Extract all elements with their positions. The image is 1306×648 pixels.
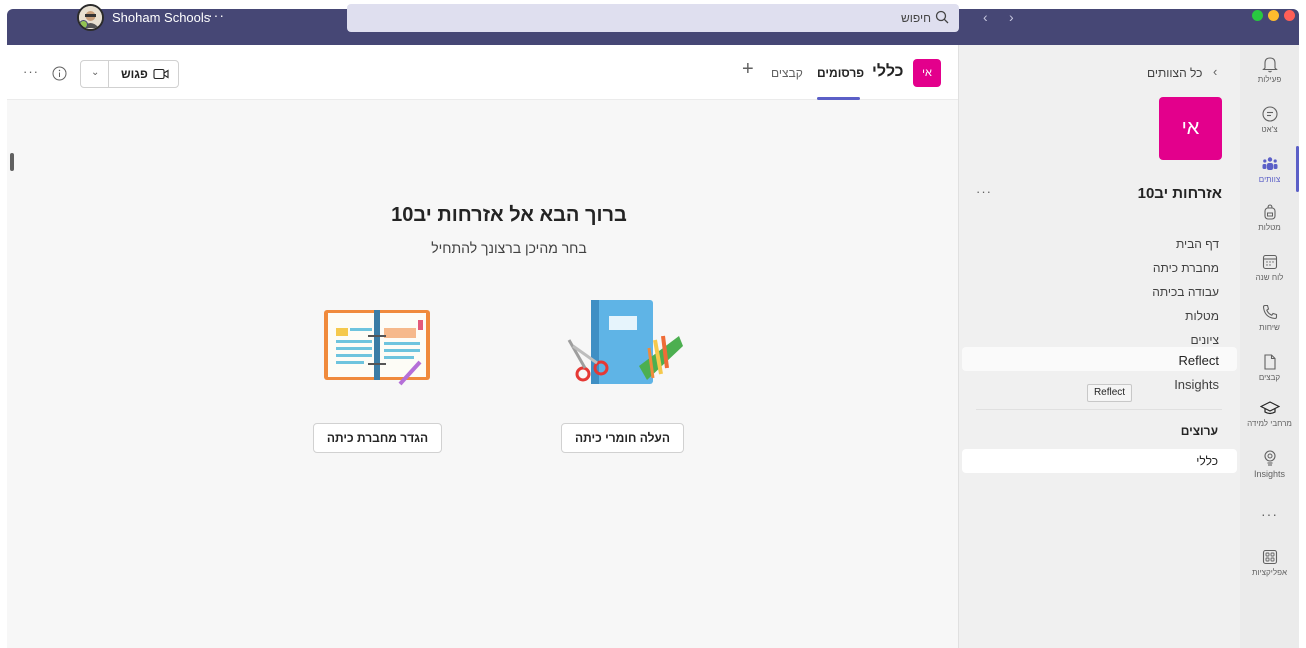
team-link-home[interactable]: דף הבית — [1019, 237, 1219, 251]
rail-label: Insights — [1253, 469, 1286, 479]
teams-window: Shoham Schools ··· חיפוש ‹ › ··· ⌄ פגוש … — [0, 0, 1306, 648]
search-input[interactable]: חיפוש — [347, 4, 959, 32]
rail-item-chat[interactable]: צ'אט — [1240, 105, 1299, 134]
video-camera-icon — [153, 68, 169, 80]
rail-label: קבצים — [1258, 373, 1281, 382]
channel-title: כללי — [872, 63, 904, 80]
graduation-cap-icon — [1259, 401, 1280, 415]
active-tab-indicator — [817, 97, 860, 100]
team-link-classwork[interactable]: עבודה בכיתה — [1019, 285, 1219, 299]
tab-files[interactable]: קבצים — [771, 66, 803, 80]
window-zoom-button[interactable] — [1268, 10, 1279, 21]
class-notebook-illustration-icon — [324, 310, 430, 386]
search-icon — [935, 10, 949, 24]
channel-row-label[interactable]: כללי — [1100, 454, 1218, 468]
org-name[interactable]: Shoham Schools — [112, 10, 210, 25]
rail-item-activity[interactable]: פעילות — [1240, 55, 1299, 84]
rail-item-teams[interactable]: צוותים — [1240, 155, 1299, 184]
backpack-icon — [1263, 204, 1276, 220]
tab-posts[interactable]: פרסומים — [817, 66, 864, 80]
file-icon — [1263, 354, 1276, 370]
window-close-button[interactable] — [1284, 10, 1295, 21]
all-teams-link[interactable]: כל הצוותים — [1147, 66, 1202, 80]
bulb-icon — [1263, 450, 1276, 466]
presence-available-icon — [79, 20, 88, 29]
reflect-tooltip: Reflect — [1087, 384, 1132, 402]
rail-label: צוותים — [1258, 175, 1281, 184]
rail-label: מרחבי למידה — [1247, 419, 1292, 428]
chevron-back-icon[interactable]: ‹ — [1213, 64, 1217, 79]
window-minimize-button[interactable] — [1252, 10, 1263, 21]
rail-item-calendar[interactable]: לוח שנה — [1240, 253, 1299, 282]
rail-label: צ'אט — [1261, 125, 1278, 134]
search-placeholder: חיפוש — [901, 11, 931, 25]
chat-icon — [1261, 106, 1278, 122]
rail-item-files[interactable]: קבצים — [1240, 353, 1299, 382]
forward-arrow-icon[interactable]: › — [1009, 9, 1014, 25]
info-icon[interactable] — [52, 66, 67, 81]
rail-item-apps[interactable]: אפליקציות — [1240, 548, 1299, 577]
channels-heading: ערוצים — [1180, 424, 1218, 438]
meet-button-divider — [108, 61, 109, 87]
team-panel-divider — [976, 409, 1222, 410]
phone-icon — [1262, 304, 1277, 320]
rail-label: שיחות — [1259, 323, 1280, 332]
rail-label: מטלות — [1258, 223, 1281, 232]
team-link-grades[interactable]: ציונים — [1019, 333, 1219, 347]
meet-button[interactable]: ⌄ פגוש — [80, 60, 179, 88]
meet-label: פגוש — [121, 67, 148, 81]
welcome-subtitle: בחר מהיכן ברצונך להתחיל — [431, 240, 587, 256]
team-link-class-notebook[interactable]: מחברת כיתה — [1019, 261, 1219, 275]
team-name: אזרחות יב10 — [1137, 185, 1222, 202]
calendar-icon — [1262, 254, 1277, 270]
channel-more-icon[interactable]: ··· — [23, 64, 39, 79]
org-avatar[interactable] — [77, 4, 104, 31]
team-more-icon[interactable]: ··· — [976, 184, 992, 199]
rail-label: פעילות — [1257, 75, 1282, 84]
add-tab-button[interactable]: + — [742, 58, 754, 81]
channel-content — [7, 45, 958, 648]
bell-icon — [1261, 57, 1278, 73]
teams-icon — [1262, 157, 1277, 170]
rail-item-insights[interactable]: Insights — [1240, 449, 1299, 479]
rail-item-learning-spaces[interactable]: מרחבי למידה — [1240, 399, 1299, 428]
rail-item-calls[interactable]: שיחות — [1240, 303, 1299, 332]
class-materials-illustration-icon — [567, 300, 683, 384]
org-more-icon[interactable]: ··· — [208, 7, 225, 23]
rail-label: לוח שנה — [1255, 273, 1284, 282]
apps-icon — [1262, 549, 1277, 565]
team-link-reflect[interactable]: Reflect — [1019, 353, 1219, 368]
welcome-title: ברוך הבא אל אזרחות יב10 — [391, 204, 627, 226]
team-avatar: אי — [1159, 97, 1222, 160]
chevron-down-icon[interactable]: ⌄ — [91, 67, 99, 78]
team-link-assignments[interactable]: מטלות — [1019, 309, 1219, 323]
setup-class-notebook-button[interactable]: הגדר מחברת כיתה — [313, 423, 442, 453]
scrollbar-handle[interactable] — [10, 153, 14, 171]
rail-label: אפליקציות — [1252, 568, 1287, 577]
upload-class-materials-button[interactable]: העלה חומרי כיתה — [561, 423, 684, 453]
back-arrow-icon[interactable]: ‹ — [983, 9, 988, 25]
rail-more-icon[interactable]: ··· — [1240, 506, 1299, 522]
rail-item-assignments[interactable]: מטלות — [1240, 203, 1299, 232]
channel-avatar: אי — [913, 59, 941, 87]
